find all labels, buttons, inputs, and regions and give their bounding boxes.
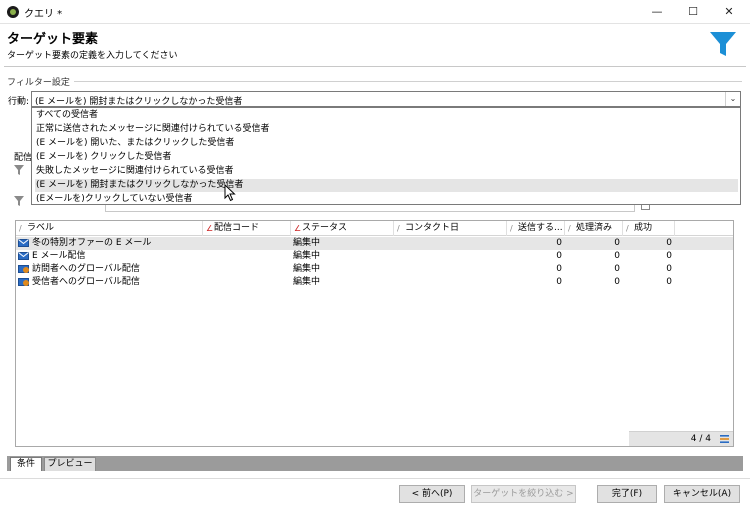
row-to-send: 0 xyxy=(556,238,562,248)
row-success: 0 xyxy=(666,264,672,274)
cancel-button[interactable]: キャンセル(A) xyxy=(664,485,740,503)
row-processed: 0 xyxy=(614,277,620,287)
table-row[interactable]: E メール配信 編集中 0 0 0 xyxy=(16,250,733,263)
global-delivery-icon xyxy=(18,278,29,286)
row-status: 編集中 xyxy=(293,251,321,261)
table-row[interactable]: 訪問者へのグローバル配信 編集中 0 0 0 xyxy=(16,263,733,276)
sort-icon: / xyxy=(626,224,629,233)
row-success: 0 xyxy=(666,251,672,261)
column-header-success[interactable]: / 成功 xyxy=(623,221,675,236)
combobox-value: (E メールを) 開封またはクリックしなかった受信者 xyxy=(35,97,243,107)
tab-preview[interactable]: プレビュー xyxy=(44,457,96,471)
refine-target-button[interactable]: ターゲットを絞り込む > xyxy=(471,485,576,503)
mouse-cursor-icon xyxy=(224,184,236,202)
column-header-code[interactable]: ∠ 配信コード xyxy=(203,221,291,236)
sort-icon: ∠ xyxy=(206,224,214,233)
column-header-status[interactable]: ∠ ステータス xyxy=(291,221,394,236)
sort-icon: / xyxy=(568,224,571,233)
column-header-contact-date[interactable]: / コンタクト日 xyxy=(394,221,507,236)
email-icon xyxy=(18,239,29,247)
record-count: 4 / 4 xyxy=(690,434,711,444)
email-icon xyxy=(18,252,29,260)
funnel-icon xyxy=(710,32,736,56)
row-to-send: 0 xyxy=(556,264,562,274)
group-divider xyxy=(62,81,742,82)
row-to-send: 0 xyxy=(556,277,562,287)
tab-conditions[interactable]: 条件 xyxy=(10,457,42,471)
page-subtitle: ターゲット要素の定義を入力してください xyxy=(7,51,178,61)
table-footer: 4 / 4 xyxy=(629,431,733,446)
column-header-processed[interactable]: / 処理済み xyxy=(565,221,623,236)
delivery-table[interactable]: / ラベル ∠ 配信コード ∠ ステータス / コンタクト日 / 送信する... / 処理済… xyxy=(15,220,734,447)
column-header-label[interactable]: / ラベル xyxy=(16,221,203,236)
global-delivery-icon xyxy=(18,265,29,273)
row-processed: 0 xyxy=(614,238,620,248)
delivery-group-label: 配信 xyxy=(14,153,33,163)
row-label: 受信者へのグローバル配信 xyxy=(32,277,140,287)
row-success: 0 xyxy=(666,238,672,248)
dropdown-option[interactable]: (E メールを) クリックした受信者 xyxy=(35,151,738,164)
row-label: 冬の特別オファーの E メール xyxy=(32,238,152,248)
action-dropdown-list[interactable]: すべての受信者 正常に送信されたメッセージに関連付けられている受信者 (E メー… xyxy=(31,107,741,205)
action-combobox[interactable]: (E メールを) 開封またはクリックしなかった受信者 ⌄ xyxy=(31,91,741,107)
row-label: E メール配信 xyxy=(32,251,86,261)
back-button[interactable]: < 前へ(P) xyxy=(399,485,465,503)
row-processed: 0 xyxy=(614,251,620,261)
action-label: 行動: xyxy=(8,97,30,107)
dropdown-option[interactable]: (E メールを) 開いた、またはクリックした受信者 xyxy=(35,137,738,150)
dropdown-option-hovered[interactable]: (E メールを) 開封またはクリックしなかった受信者 xyxy=(35,179,738,192)
filter-group-label: フィルター設定 xyxy=(7,75,74,88)
finish-button[interactable]: 完了(F) xyxy=(597,485,657,503)
filter-icon[interactable] xyxy=(14,196,24,206)
row-status: 編集中 xyxy=(293,264,321,274)
row-processed: 0 xyxy=(614,264,620,274)
close-button[interactable]: ✕ xyxy=(706,0,750,24)
dropdown-option[interactable]: すべての受信者 xyxy=(35,109,738,122)
dropdown-option[interactable]: (Eメールを)クリックしていない受信者 xyxy=(35,193,738,206)
row-success: 0 xyxy=(666,277,672,287)
sort-icon: ∠ xyxy=(294,224,302,233)
filter-icon[interactable] xyxy=(14,165,24,175)
app-icon xyxy=(7,6,19,18)
row-label: 訪問者へのグローバル配信 xyxy=(32,264,140,274)
dropdown-option[interactable]: 正常に送信されたメッセージに関連付けられている受信者 xyxy=(35,123,738,136)
column-header-to-send[interactable]: / 送信する... xyxy=(507,221,565,236)
dropdown-option[interactable]: 失敗したメッセージに関連付けられている受信者 xyxy=(35,165,738,178)
row-status: 編集中 xyxy=(293,238,321,248)
header-divider xyxy=(4,66,746,67)
window-title: クエリ * xyxy=(24,9,63,20)
list-menu-icon[interactable] xyxy=(720,435,729,443)
table-row[interactable]: 受信者へのグローバル配信 編集中 0 0 0 xyxy=(16,276,733,289)
row-to-send: 0 xyxy=(556,251,562,261)
table-row[interactable]: 冬の特別オファーの E メール 編集中 0 0 0 xyxy=(16,237,733,250)
sort-icon: / xyxy=(19,224,22,233)
sort-icon: / xyxy=(397,224,400,233)
page-title: ターゲット要素 xyxy=(7,32,99,47)
table-header: / ラベル ∠ 配信コード ∠ ステータス / コンタクト日 / 送信する... / 処理済… xyxy=(16,221,733,236)
tab-strip xyxy=(7,456,743,471)
chevron-down-icon[interactable]: ⌄ xyxy=(725,92,740,106)
row-status: 編集中 xyxy=(293,277,321,287)
footer-divider xyxy=(0,478,750,479)
sort-icon: / xyxy=(510,224,513,233)
